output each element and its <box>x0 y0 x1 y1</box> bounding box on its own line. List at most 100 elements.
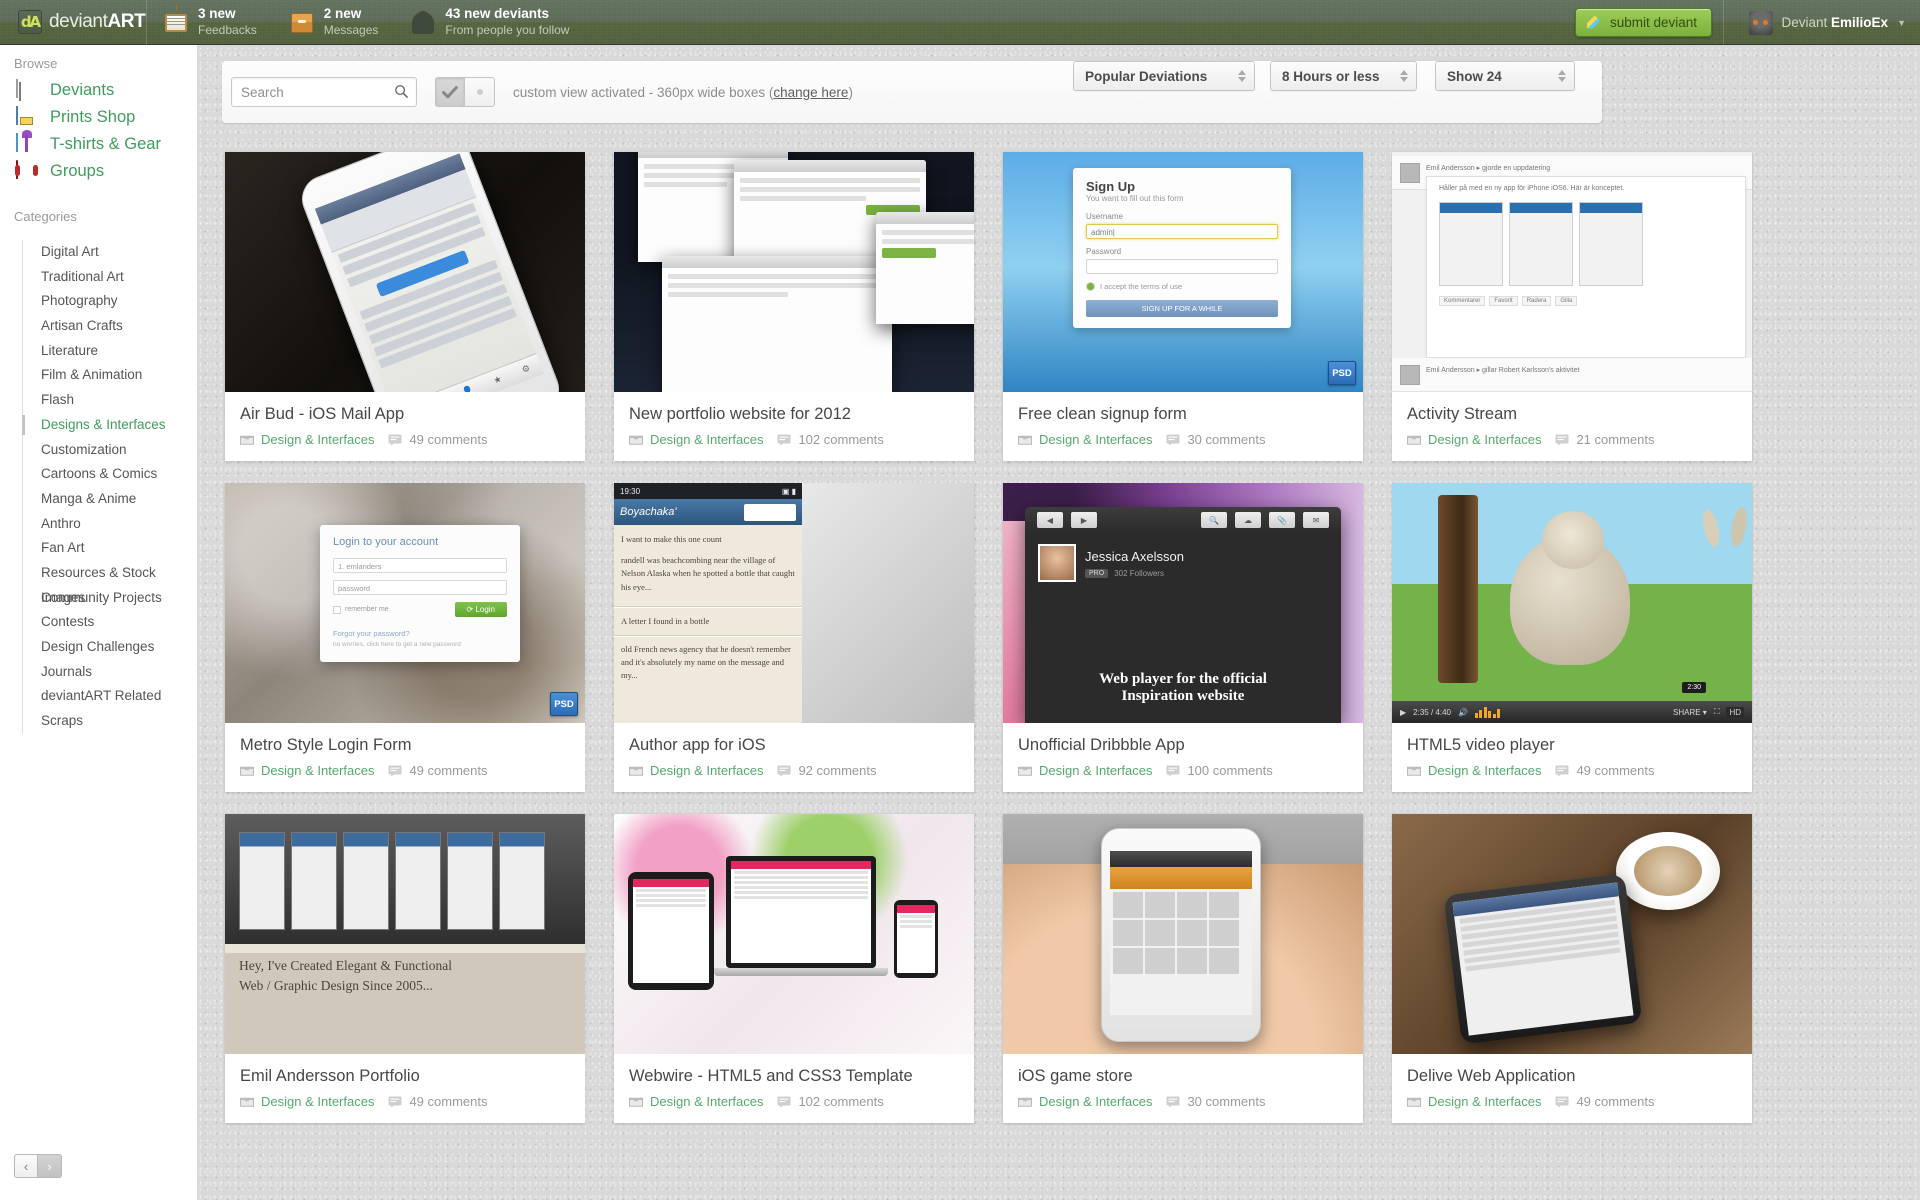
user-menu[interactable]: Deviant EmilioEx ▼ <box>1748 0 1906 45</box>
sidebar-category-item[interactable]: Photography <box>32 289 197 314</box>
deviation-card[interactable]: iOS game store Design & Interfaces 30 comm… <box>1003 814 1363 1123</box>
comment-icon <box>777 1096 791 1107</box>
deviation-comment-count: 49 comments <box>1576 1094 1655 1109</box>
search-input[interactable] <box>231 77 417 107</box>
deviation-title[interactable]: Author app for iOS <box>629 736 974 755</box>
sidebar-item-groups[interactable]: Groups <box>0 158 197 185</box>
deviation-category-link[interactable]: Design & Interfaces <box>1039 1094 1152 1109</box>
deviation-title[interactable]: Unofficial Dribbble App <box>1018 736 1363 755</box>
sidebar-category-item[interactable]: Scraps <box>32 709 197 734</box>
view-toggle-group <box>435 77 495 107</box>
sidebar-category-item[interactable]: Contests <box>32 610 197 635</box>
time-select[interactable]: 8 Hours or less <box>1270 61 1417 91</box>
deviation-thumbnail[interactable] <box>614 814 974 1054</box>
deviation-title[interactable]: HTML5 video player <box>1407 736 1752 755</box>
category-list: Digital Art Traditional Art Photography Art… <box>22 240 197 734</box>
deviation-title[interactable]: Air Bud - iOS Mail App <box>240 405 585 424</box>
deviantart-logo[interactable]: dA deviantART <box>18 0 146 45</box>
deviation-card[interactable]: Delive Web Application Design & Interface… <box>1392 814 1752 1123</box>
sidebar-category-item[interactable]: Flash <box>32 388 197 413</box>
deviation-comment-count: 102 comments <box>798 1094 884 1109</box>
deviation-category-link[interactable]: Design & Interfaces <box>261 763 374 778</box>
deviation-category-link[interactable]: Design & Interfaces <box>650 1094 763 1109</box>
deviation-card[interactable]: Webwire - HTML5 and CSS3 Template Design … <box>614 814 974 1123</box>
deviation-title[interactable]: iOS game store <box>1018 1067 1363 1086</box>
messages-label: Messages <box>323 22 379 37</box>
deviation-thumbnail[interactable]: Sign Up You want to fill out this form U… <box>1003 152 1363 392</box>
deviation-thumbnail[interactable]: Emil Andersson ▸ gjorde en uppdatering H… <box>1392 152 1752 392</box>
sidebar-category-item[interactable]: Anthro <box>32 512 197 537</box>
sidebar-item-tshirts-gear[interactable]: T-shirts & Gear <box>0 131 197 158</box>
deviation-card[interactable]: Sign Up You want to fill out this form U… <box>1003 152 1363 461</box>
deviation-category-link[interactable]: Design & Interfaces <box>650 432 763 447</box>
change-view-link[interactable]: change here <box>773 85 848 100</box>
notification-feedbacks[interactable]: 3 new Feedbacks <box>147 0 273 45</box>
deviation-thumbnail[interactable]: Login to your account 1. emlanders passw… <box>225 483 585 723</box>
deviation-thumbnail[interactable]: ◀ ▶ 🔍 ☁ 📎 ✉ Jessica Axelsson PRO 302 Followers… <box>1003 483 1363 723</box>
sidebar-category-item[interactable]: Manga & Anime <box>32 487 197 512</box>
count-select[interactable]: Show 24 <box>1435 61 1575 91</box>
sidebar-category-item[interactable]: Traditional Art <box>32 265 197 290</box>
feedbacks-count: 3 new <box>198 6 236 22</box>
deviation-card[interactable]: 19:30 ▣ ▮ Boyachaka' ✎ Write I want to mak… <box>614 483 974 792</box>
sidebar-category-item[interactable]: Design Challenges <box>32 635 197 660</box>
deviation-thumbnail[interactable] <box>614 152 974 392</box>
folder-icon <box>1407 1097 1421 1107</box>
deviation-title[interactable]: Free clean signup form <box>1018 405 1363 424</box>
pagination-controls: ‹ › <box>14 1154 62 1178</box>
sidebar-category-item[interactable]: Fan Art <box>32 536 197 561</box>
deviation-card[interactable]: New portfolio website for 2012 Design & I… <box>614 152 974 461</box>
deviation-thumbnail[interactable]: Hey, I've Created Elegant & Functional W… <box>225 814 585 1054</box>
deviation-title[interactable]: New portfolio website for 2012 <box>629 405 974 424</box>
deviation-card[interactable]: Login to your account 1. emlanders passw… <box>225 483 585 792</box>
deviation-card[interactable]: ✉▣👤★⚙ Air Bud - iOS Mail App Design & Int… <box>225 152 585 461</box>
deviation-card[interactable]: Emil Andersson ▸ gjorde en uppdatering H… <box>1392 152 1752 461</box>
chevron-left-icon[interactable]: ‹ <box>14 1154 38 1178</box>
deviation-thumbnail[interactable]: 19:30 ▣ ▮ Boyachaka' ✎ Write I want to mak… <box>614 483 974 723</box>
sidebar-category-item[interactable]: Film & Animation <box>32 363 197 388</box>
deviation-title[interactable]: Activity Stream <box>1407 405 1752 424</box>
deviation-thumbnail[interactable]: ✉▣👤★⚙ <box>225 152 585 392</box>
deviation-card[interactable]: ◀ ▶ 🔍 ☁ 📎 ✉ Jessica Axelsson PRO 302 Followers… <box>1003 483 1363 792</box>
deviation-category-link[interactable]: Design & Interfaces <box>261 432 374 447</box>
deviation-thumbnail[interactable] <box>1003 814 1363 1054</box>
comment-icon <box>777 765 791 776</box>
deviation-category-link[interactable]: Design & Interfaces <box>1039 763 1152 778</box>
sidebar-category-item[interactable]: Cartoons & Comics <box>32 462 197 487</box>
deviation-title[interactable]: Emil Andersson Portfolio <box>240 1067 585 1086</box>
deviation-title[interactable]: Delive Web Application <box>1407 1067 1752 1086</box>
deviation-category-link[interactable]: Design & Interfaces <box>1428 432 1541 447</box>
deviation-category-link[interactable]: Design & Interfaces <box>261 1094 374 1109</box>
sidebar-category-item[interactable]: Literature <box>32 339 197 364</box>
notification-watchers[interactable]: 43 new deviants From people you follow <box>394 0 585 45</box>
sidebar-category-item[interactable]: Community Projects <box>32 586 197 611</box>
submit-deviant-button[interactable]: submit deviant <box>1574 8 1712 37</box>
deviation-thumbnail[interactable] <box>1392 814 1752 1054</box>
deviation-card[interactable]: 2:30 ▶ 2:35 / 4:40 🔊 SHARE ▾ ⛶ HD HTML5 vide… <box>1392 483 1752 792</box>
pen-icon <box>1586 15 1602 31</box>
deviation-card[interactable]: Hey, I've Created Elegant & Functional W… <box>225 814 585 1123</box>
sidebar-category-item[interactable]: Customization <box>32 438 197 463</box>
deviation-title[interactable]: Webwire - HTML5 and CSS3 Template <box>629 1067 974 1086</box>
comment-icon <box>1555 765 1569 776</box>
sidebar-item-prints-shop[interactable]: Prints Shop <box>0 104 197 131</box>
chevron-right-icon[interactable]: › <box>38 1154 62 1178</box>
sidebar-category-item[interactable]: Artisan Crafts <box>32 314 197 339</box>
deviation-category-link[interactable]: Design & Interfaces <box>650 763 763 778</box>
view-toggle-on[interactable] <box>435 77 465 107</box>
deviation-category-link[interactable]: Design & Interfaces <box>1428 1094 1541 1109</box>
sidebar-item-deviants[interactable]: Deviants <box>0 77 197 104</box>
deviation-thumbnail[interactable]: 2:30 ▶ 2:35 / 4:40 🔊 SHARE ▾ ⛶ HD <box>1392 483 1752 723</box>
view-toggle-off[interactable] <box>465 77 495 107</box>
sidebar-category-item[interactable]: Resources & Stock Images <box>32 561 197 605</box>
sidebar-category-item[interactable]: Designs & Interfaces <box>22 413 197 438</box>
deviation-title[interactable]: Metro Style Login Form <box>240 736 585 755</box>
deviation-meta: Design & Interfaces 21 comments <box>1407 432 1752 447</box>
deviation-category-link[interactable]: Design & Interfaces <box>1039 432 1152 447</box>
sidebar-category-item[interactable]: Digital Art <box>32 240 197 265</box>
sidebar-category-item[interactable]: Journals <box>32 660 197 685</box>
sort-select[interactable]: Popular Deviations <box>1073 61 1255 91</box>
sidebar-category-item[interactable]: deviantART Related <box>32 684 197 709</box>
notification-messages[interactable]: 2 new Messages <box>273 0 395 45</box>
deviation-category-link[interactable]: Design & Interfaces <box>1428 763 1541 778</box>
